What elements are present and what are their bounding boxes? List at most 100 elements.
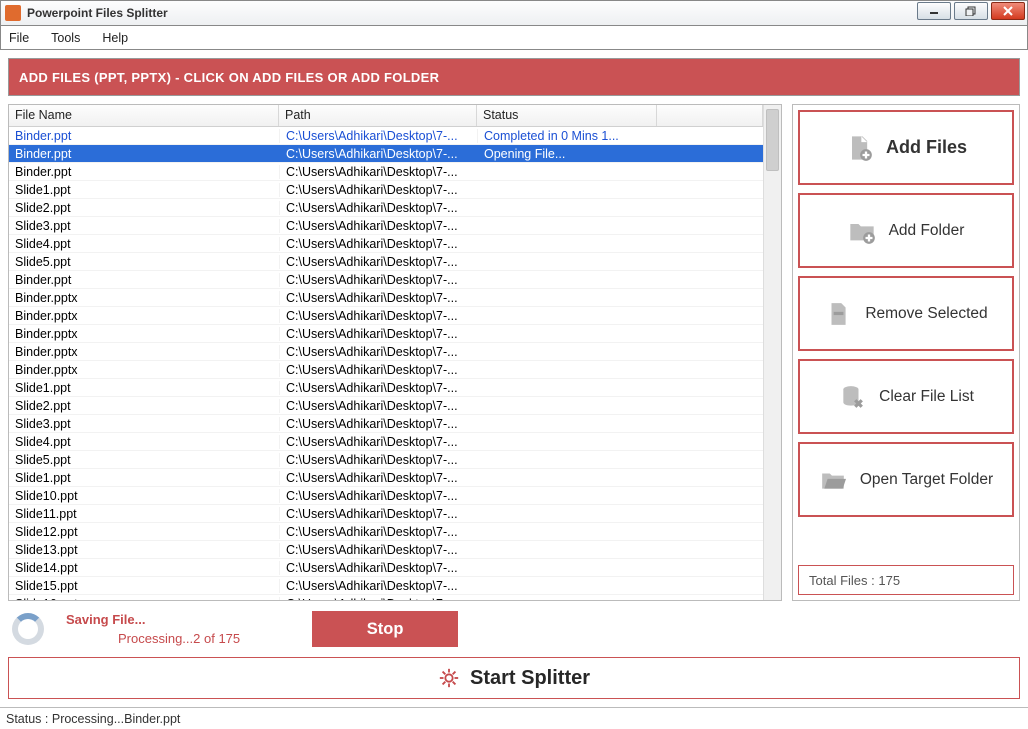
table-row[interactable]: Slide11.pptC:\Users\Adhikari\Desktop\7-.… (9, 505, 763, 523)
table-row[interactable]: Binder.pptC:\Users\Adhikari\Desktop\7-..… (9, 145, 763, 163)
progress-bar-area: Saving File... Processing...2 of 175 Sto… (8, 609, 1020, 649)
clear-list-button[interactable]: Clear File List (798, 359, 1014, 434)
cell-path: C:\Users\Adhikari\Desktop\7-... (279, 471, 477, 485)
file-table: File Name Path Status Binder.pptC:\Users… (8, 104, 782, 601)
close-button[interactable] (991, 2, 1025, 20)
cell-path: C:\Users\Adhikari\Desktop\7-... (279, 165, 477, 179)
clear-list-label: Clear File List (879, 388, 974, 406)
status-bar: Status : Processing...Binder.ppt (0, 707, 1028, 729)
start-splitter-button[interactable]: Start Splitter (8, 657, 1020, 699)
cell-path: C:\Users\Adhikari\Desktop\7-... (279, 291, 477, 305)
cell-filename: Slide11.ppt (9, 507, 279, 521)
close-icon (1002, 6, 1014, 16)
add-files-icon (845, 134, 873, 162)
cell-path: C:\Users\Adhikari\Desktop\7-... (279, 237, 477, 251)
table-row[interactable]: Slide2.pptC:\Users\Adhikari\Desktop\7-..… (9, 199, 763, 217)
table-row[interactable]: Binder.pptC:\Users\Adhikari\Desktop\7-..… (9, 163, 763, 181)
title-bar: Powerpoint Files Splitter (0, 0, 1028, 26)
cell-path: C:\Users\Adhikari\Desktop\7-... (279, 579, 477, 593)
table-row[interactable]: Slide15.pptC:\Users\Adhikari\Desktop\7-.… (9, 577, 763, 595)
table-row[interactable]: Slide5.pptC:\Users\Adhikari\Desktop\7-..… (9, 451, 763, 469)
cell-filename: Slide16.ppt (9, 597, 279, 601)
table-row[interactable]: Slide12.pptC:\Users\Adhikari\Desktop\7-.… (9, 523, 763, 541)
cell-path: C:\Users\Adhikari\Desktop\7-... (279, 183, 477, 197)
cell-filename: Slide3.ppt (9, 219, 279, 233)
cell-filename: Slide1.ppt (9, 471, 279, 485)
minimize-button[interactable] (917, 2, 951, 20)
total-files-label: Total Files : 175 (798, 565, 1014, 595)
app-icon (5, 5, 21, 21)
table-row[interactable]: Slide1.pptC:\Users\Adhikari\Desktop\7-..… (9, 469, 763, 487)
add-files-button[interactable]: Add Files (798, 110, 1014, 185)
cell-path: C:\Users\Adhikari\Desktop\7-... (279, 399, 477, 413)
table-row[interactable]: Slide13.pptC:\Users\Adhikari\Desktop\7-.… (9, 541, 763, 559)
table-row[interactable]: Slide3.pptC:\Users\Adhikari\Desktop\7-..… (9, 217, 763, 235)
menu-bar: File Tools Help (0, 26, 1028, 50)
add-folder-label: Add Folder (889, 222, 965, 240)
table-row[interactable]: Slide14.pptC:\Users\Adhikari\Desktop\7-.… (9, 559, 763, 577)
table-row[interactable]: Slide3.pptC:\Users\Adhikari\Desktop\7-..… (9, 415, 763, 433)
cell-path: C:\Users\Adhikari\Desktop\7-... (279, 327, 477, 341)
open-folder-icon (819, 466, 847, 494)
cell-filename: Slide2.ppt (9, 201, 279, 215)
cell-path: C:\Users\Adhikari\Desktop\7-... (279, 543, 477, 557)
minimize-icon (928, 6, 940, 16)
table-row[interactable]: Slide4.pptC:\Users\Adhikari\Desktop\7-..… (9, 235, 763, 253)
table-row[interactable]: Binder.pptxC:\Users\Adhikari\Desktop\7-.… (9, 289, 763, 307)
column-header-status[interactable]: Status (477, 105, 657, 126)
cell-path: C:\Users\Adhikari\Desktop\7-... (279, 525, 477, 539)
cell-filename: Binder.pptx (9, 309, 279, 323)
start-splitter-label: Start Splitter (470, 667, 590, 690)
table-row[interactable]: Slide16.pptC:\Users\Adhikari\Desktop\7-.… (9, 595, 763, 600)
menu-file[interactable]: File (9, 31, 29, 45)
cell-filename: Slide14.ppt (9, 561, 279, 575)
cell-path: C:\Users\Adhikari\Desktop\7-... (279, 147, 477, 161)
table-row[interactable]: Slide10.pptC:\Users\Adhikari\Desktop\7-.… (9, 487, 763, 505)
cell-path: C:\Users\Adhikari\Desktop\7-... (279, 597, 477, 601)
table-row[interactable]: Slide1.pptC:\Users\Adhikari\Desktop\7-..… (9, 379, 763, 397)
menu-tools[interactable]: Tools (51, 31, 80, 45)
maximize-button[interactable] (954, 2, 988, 20)
table-row[interactable]: Slide1.pptC:\Users\Adhikari\Desktop\7-..… (9, 181, 763, 199)
table-row[interactable]: Binder.pptxC:\Users\Adhikari\Desktop\7-.… (9, 343, 763, 361)
cell-path: C:\Users\Adhikari\Desktop\7-... (279, 381, 477, 395)
column-header-filename[interactable]: File Name (9, 105, 279, 126)
side-panel: Add Files Add Folder Remove Selected Cle… (792, 104, 1020, 601)
cell-filename: Slide13.ppt (9, 543, 279, 557)
saving-file-text: Saving File... (66, 612, 145, 627)
open-target-button[interactable]: Open Target Folder (798, 442, 1014, 517)
cell-filename: Slide15.ppt (9, 579, 279, 593)
progress-spinner-icon (12, 613, 44, 645)
cell-filename: Slide4.ppt (9, 435, 279, 449)
column-header-path[interactable]: Path (279, 105, 477, 126)
open-target-label: Open Target Folder (860, 471, 993, 489)
table-row[interactable]: Binder.pptC:\Users\Adhikari\Desktop\7-..… (9, 271, 763, 289)
table-row[interactable]: Slide2.pptC:\Users\Adhikari\Desktop\7-..… (9, 397, 763, 415)
cell-path: C:\Users\Adhikari\Desktop\7-... (279, 417, 477, 431)
add-folder-button[interactable]: Add Folder (798, 193, 1014, 268)
table-row[interactable]: Slide5.pptC:\Users\Adhikari\Desktop\7-..… (9, 253, 763, 271)
cell-path: C:\Users\Adhikari\Desktop\7-... (279, 507, 477, 521)
table-row[interactable]: Slide4.pptC:\Users\Adhikari\Desktop\7-..… (9, 433, 763, 451)
table-row[interactable]: Binder.pptC:\Users\Adhikari\Desktop\7-..… (9, 127, 763, 145)
cell-filename: Slide5.ppt (9, 255, 279, 269)
remove-selected-button[interactable]: Remove Selected (798, 276, 1014, 351)
table-row[interactable]: Binder.pptxC:\Users\Adhikari\Desktop\7-.… (9, 325, 763, 343)
remove-icon (824, 300, 852, 328)
add-folder-icon (848, 217, 876, 245)
add-files-label: Add Files (886, 137, 967, 158)
table-scrollbar[interactable] (763, 105, 781, 600)
cell-filename: Slide3.ppt (9, 417, 279, 431)
cell-path: C:\Users\Adhikari\Desktop\7-... (279, 219, 477, 233)
cell-filename: Binder.ppt (9, 273, 279, 287)
column-header-spacer (657, 105, 763, 126)
scrollbar-thumb[interactable] (766, 109, 779, 171)
cell-path: C:\Users\Adhikari\Desktop\7-... (279, 363, 477, 377)
cell-path: C:\Users\Adhikari\Desktop\7-... (279, 561, 477, 575)
processing-count-text: Processing...2 of 175 (118, 631, 240, 646)
cell-status: Completed in 0 Mins 1... (477, 129, 657, 143)
stop-button[interactable]: Stop (312, 611, 458, 647)
table-row[interactable]: Binder.pptxC:\Users\Adhikari\Desktop\7-.… (9, 361, 763, 379)
menu-help[interactable]: Help (102, 31, 128, 45)
table-row[interactable]: Binder.pptxC:\Users\Adhikari\Desktop\7-.… (9, 307, 763, 325)
